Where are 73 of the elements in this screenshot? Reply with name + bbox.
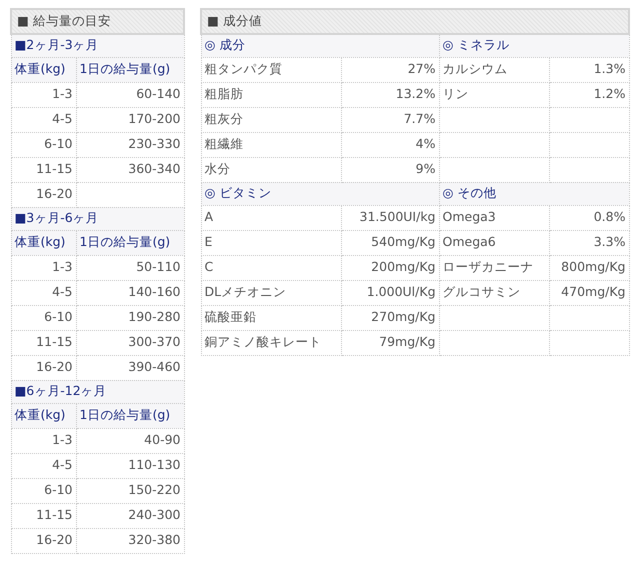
- table-cell: カルシウム: [439, 57, 549, 82]
- table-cell: 470mg/Kg: [549, 280, 629, 305]
- table-cell: 粗繊維: [201, 132, 341, 157]
- age-heading: ■6ヶ月-12ヶ月: [11, 380, 184, 403]
- table-cell: 1.3%: [549, 57, 629, 82]
- table-cell: Omega3: [439, 205, 549, 230]
- table-cell: C: [201, 255, 341, 280]
- table-cell: 31.500UI/kg: [341, 205, 439, 230]
- section-title: ■ 給与量の目安: [11, 9, 184, 34]
- table-cell: 1-3: [11, 255, 76, 280]
- table-cell: 13.2%: [341, 82, 439, 107]
- table-cell: 6-10: [11, 478, 76, 503]
- table-cell: 300-370: [76, 330, 184, 355]
- table-cell: 1-3: [11, 428, 76, 453]
- column-header: 1日の給与量(g): [76, 403, 184, 428]
- table-cell: Omega6: [439, 230, 549, 255]
- table-cell: 4-5: [11, 453, 76, 478]
- section-title: ■ 成分値: [201, 9, 629, 34]
- table-cell: 1.000Ul/Kg: [341, 280, 439, 305]
- group-heading: ◎ ビタミン: [201, 182, 439, 205]
- table-cell: 1.2%: [549, 82, 629, 107]
- column-header: 体重(kg): [11, 57, 76, 82]
- table-cell: 200mg/Kg: [341, 255, 439, 280]
- table-cell: E: [201, 230, 341, 255]
- table-cell: 40-90: [76, 428, 184, 453]
- table-cell: 粗脂肪: [201, 82, 341, 107]
- table-cell: 60-140: [76, 82, 184, 107]
- table-cell: 4-5: [11, 107, 76, 132]
- table-cell: 4-5: [11, 280, 76, 305]
- table-cell: 27%: [341, 57, 439, 82]
- table-cell: 粗灰分: [201, 107, 341, 132]
- table-cell: 1-3: [11, 82, 76, 107]
- table-cell: 540mg/Kg: [341, 230, 439, 255]
- table-cell: DLメチオニン: [201, 280, 341, 305]
- table-cell: 7.7%: [341, 107, 439, 132]
- group-heading: ◎ ミネラル: [439, 34, 629, 57]
- table-cell: 150-220: [76, 478, 184, 503]
- table-cell: 11-15: [11, 503, 76, 528]
- table-cell: 11-15: [11, 157, 76, 182]
- table-cell: 140-160: [76, 280, 184, 305]
- table-cell: 170-200: [76, 107, 184, 132]
- table-cell: 11-15: [11, 330, 76, 355]
- table-cell: 800mg/Kg: [549, 255, 629, 280]
- group-heading: ◎ 成分: [201, 34, 439, 57]
- column-header: 体重(kg): [11, 403, 76, 428]
- column-header: 体重(kg): [11, 230, 76, 255]
- table-cell: 270mg/Kg: [341, 305, 439, 330]
- table-cell: グルコサミン: [439, 280, 549, 305]
- table-cell: 79mg/Kg: [341, 330, 439, 355]
- column-header: 1日の給与量(g): [76, 57, 184, 82]
- table-cell: 硫酸亜鉛: [201, 305, 341, 330]
- age-heading: ■3ヶ月-6ヶ月: [11, 207, 184, 230]
- table-cell: ローザカニーナ: [439, 255, 549, 280]
- table-cell: 50-110: [76, 255, 184, 280]
- table-cell: 230-330: [76, 132, 184, 157]
- table-cell: 4%: [341, 132, 439, 157]
- table-cell: A: [201, 205, 341, 230]
- table-cell: 粗タンパク質: [201, 57, 341, 82]
- table-cell: 110-130: [76, 453, 184, 478]
- column-header: 1日の給与量(g): [76, 230, 184, 255]
- table-cell: 6-10: [11, 132, 76, 157]
- table-cell: リン: [439, 82, 549, 107]
- table-cell: 190-280: [76, 305, 184, 330]
- table-cell: 16-20: [11, 528, 76, 553]
- table-cell: 銅アミノ酸キレート: [201, 330, 341, 355]
- table-cell: 360-340: [76, 157, 184, 182]
- group-heading: ◎ その他: [439, 182, 629, 205]
- table-cell: 320-380: [76, 528, 184, 553]
- table-cell: 3.3%: [549, 230, 629, 255]
- table-cell: 0.8%: [549, 205, 629, 230]
- age-heading: ■2ヶ月-3ヶ月: [11, 34, 184, 57]
- table-cell: 240-300: [76, 503, 184, 528]
- table-cell: 6-10: [11, 305, 76, 330]
